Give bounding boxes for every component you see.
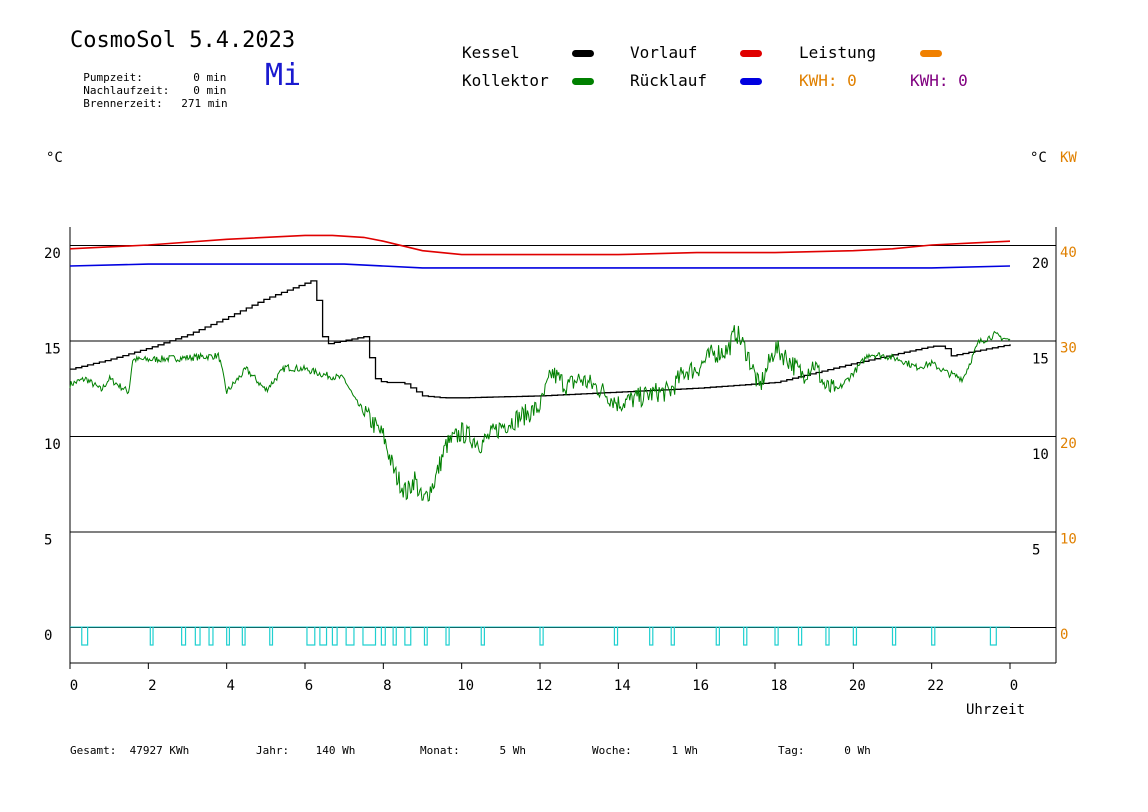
right-tick-label-kw: 10 [1060, 532, 1077, 548]
left-tick-label: 0 [44, 628, 52, 644]
pump-pulse [345, 627, 355, 646]
pump-pulse [445, 627, 450, 646]
x-tick-label: 18 [771, 678, 788, 694]
temperature-chart: 0 5 10 15 20 5 10 15 20 0 10 20 30 40 0 2 4 6 8 10 12 14 16 18 2… [44, 227, 1077, 694]
footer-gesamt: Gesamt: 47927 KWh [70, 744, 189, 757]
footer-tag-value: 0 Wh [844, 744, 871, 757]
x-tick-label: 4 [226, 678, 234, 694]
x-tick-label: 8 [383, 678, 391, 694]
right-tick-label-c: 10 [1032, 447, 1049, 463]
right-tick-label-kw: 40 [1060, 245, 1077, 261]
pump-pulse [319, 627, 328, 646]
pump-pulse [797, 627, 803, 646]
series-kessel-line [70, 280, 1011, 399]
footer-jahr: Jahr: 140 Wh [256, 744, 355, 757]
pump-pulse [392, 627, 397, 646]
pump-pulse [931, 627, 936, 646]
footer-woche-label: Woche: [592, 744, 632, 757]
pump-pulse [613, 627, 619, 646]
pump-pulse [208, 627, 214, 646]
pump-pulse [241, 627, 246, 646]
pump-pulse [891, 627, 897, 646]
right-tick-label-c: 15 [1032, 352, 1049, 368]
footer-tag: Tag: 0 Wh [778, 744, 871, 757]
pump-pulse [774, 627, 779, 646]
left-tick-label: 10 [44, 437, 61, 453]
right-tick-label-kw: 20 [1060, 436, 1077, 452]
pump-pulse [331, 627, 338, 646]
pump-pulse [539, 627, 544, 646]
pump-pulse [480, 627, 485, 646]
x-tick-label: 0 [70, 678, 78, 694]
pump-pulse [715, 627, 720, 646]
footer-jahr-label: Jahr: [256, 744, 290, 757]
right-tick-label-kw: 0 [1060, 627, 1068, 643]
pump-pulse [404, 627, 412, 646]
left-tick-label: 5 [44, 533, 52, 549]
x-tick-label: 0 [1010, 678, 1018, 694]
footer-monat-label: Monat: [420, 744, 460, 757]
pump-pulse [743, 627, 748, 646]
pump-pulse [181, 627, 187, 646]
series-kollektor-line [69, 325, 1011, 502]
pump-pulse [81, 627, 89, 646]
pump-pulse [649, 627, 654, 646]
pump-pulse [269, 627, 274, 646]
x-tick-label: 12 [536, 678, 553, 694]
pump-pulse [194, 627, 201, 646]
pump-pulse [306, 627, 316, 646]
footer-gesamt-value: 47927 KWh [129, 744, 190, 757]
left-tick-label: 20 [44, 246, 61, 262]
x-tick-label: 20 [849, 678, 866, 694]
x-tick-label: 6 [305, 678, 313, 694]
footer-woche: Woche: 1 Wh [592, 744, 698, 757]
x-tick-label: 2 [148, 678, 156, 694]
footer-tag-label: Tag: [778, 744, 805, 757]
series-rücklauf-line [69, 263, 1011, 269]
footer-monat: Monat: 5 Wh [420, 744, 526, 757]
pump-pulse [149, 627, 154, 646]
pump-pulse [362, 627, 377, 646]
right-tick-label-kw: 30 [1060, 341, 1077, 357]
footer-gesamt-label: Gesamt: [70, 744, 117, 757]
x-tick-label: 16 [692, 678, 709, 694]
right-tick-label-c: 20 [1032, 256, 1049, 272]
left-tick-label: 15 [44, 342, 61, 358]
x-tick-label: 10 [457, 678, 474, 694]
pump-pulse [423, 627, 428, 646]
pump-pulse [852, 627, 858, 646]
pump-pulse [380, 627, 386, 646]
footer-jahr-value: 140 Wh [315, 744, 356, 757]
right-tick-label-c: 5 [1032, 543, 1040, 559]
footer-monat-value: 5 Wh [499, 744, 527, 757]
x-tick-label: 22 [927, 678, 944, 694]
pump-pulse [670, 627, 675, 646]
pump-pulse [989, 627, 997, 646]
x-tick-label: 14 [614, 678, 631, 694]
footer-woche-value: 1 Wh [671, 744, 699, 757]
pump-pulse [226, 627, 231, 646]
pump-pulse [825, 627, 830, 646]
